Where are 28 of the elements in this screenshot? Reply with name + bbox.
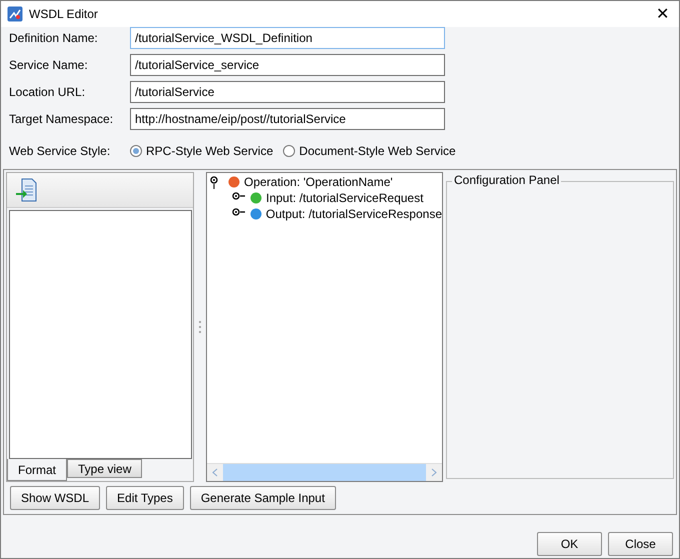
close-button[interactable]: ✕ [652, 4, 673, 24]
text-field[interactable]: /tutorialService [130, 81, 445, 103]
tree-item[interactable]: Output: /tutorialServiceResponse [266, 207, 442, 221]
tree-item[interactable]: Operation: 'OperationName' [244, 175, 393, 189]
tab[interactable]: Type view [67, 459, 142, 478]
radio-label[interactable]: Document-Style Web Service [299, 144, 456, 158]
field-label: Target Namespace: [9, 112, 114, 126]
tab[interactable]: Format [7, 459, 68, 481]
radio-button[interactable] [130, 145, 142, 157]
field-label: Web Service Style: [9, 144, 112, 158]
text-field[interactable]: http://hostname/eip/post//tutorialService [130, 108, 445, 130]
field-label: Definition Name: [9, 31, 99, 45]
action-button[interactable]: Edit Types [106, 486, 184, 510]
import-document-icon[interactable] [15, 178, 37, 202]
action-button[interactable]: Generate Sample Input [190, 486, 336, 510]
text-field[interactable]: /tutorialService_service [130, 54, 445, 76]
radio-button[interactable] [283, 145, 296, 157]
window-title: WSDL Editor [29, 7, 99, 21]
field-label: Service Name: [9, 58, 89, 72]
app-icon [7, 6, 23, 22]
action-button[interactable]: Show WSDL [10, 486, 100, 510]
dialog-button[interactable]: OK [537, 532, 602, 556]
field-label: Location URL: [9, 85, 86, 99]
tree-item[interactable]: Input: /tutorialServiceRequest [266, 191, 424, 205]
dialog-button[interactable]: Close [608, 532, 673, 556]
panel-title: Configuration Panel [452, 173, 562, 187]
radio-label[interactable]: RPC-Style Web Service [146, 144, 274, 158]
text-field[interactable]: /tutorialService_WSDL_Definition [130, 27, 445, 49]
